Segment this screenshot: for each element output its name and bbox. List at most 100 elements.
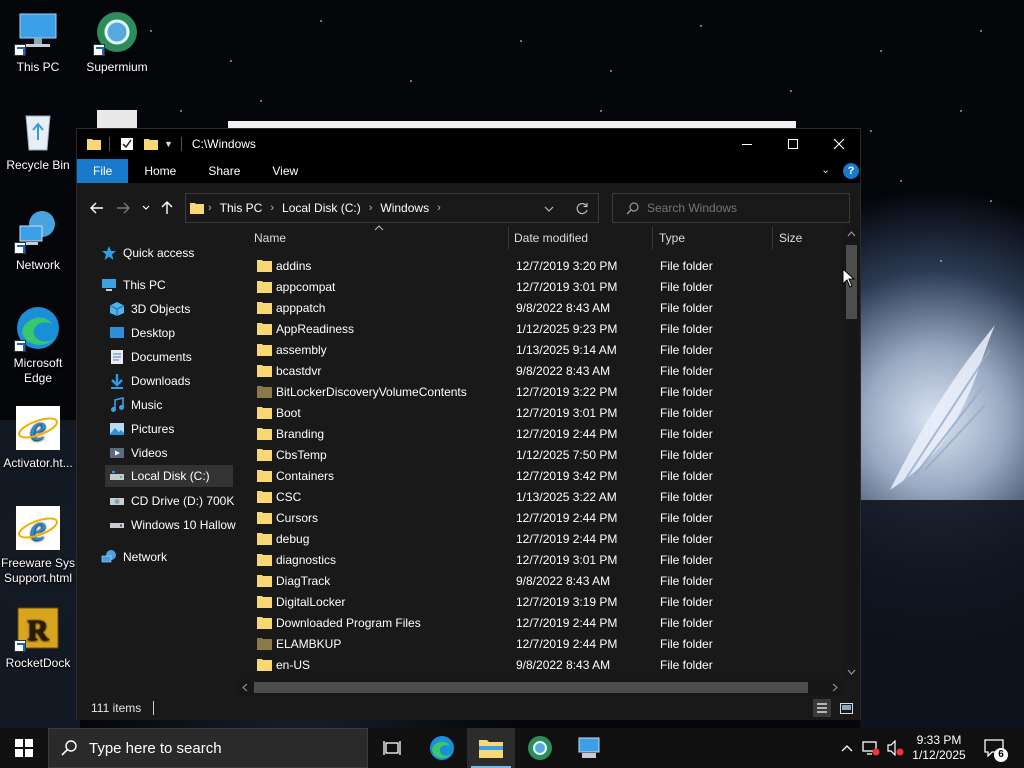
breadcrumb-local-disk[interactable]: Local Disk (C:) — [282, 201, 361, 215]
search-box[interactable] — [612, 193, 850, 223]
chevron-right-icon[interactable]: › — [437, 202, 441, 214]
desktop-icon-recycle-bin[interactable]: Recycle Bin — [0, 106, 76, 173]
tab-file[interactable]: File — [77, 159, 129, 183]
table-row[interactable]: AppReadiness 1/12/2025 9:23 PM File folder — [237, 319, 837, 340]
nav-quick-access[interactable]: Quick access — [101, 242, 194, 264]
nav-documents[interactable]: Documents — [109, 346, 192, 368]
desktop-icon-freeware[interactable]: e Freeware Sys Support.html — [0, 504, 76, 586]
network-status-button[interactable] — [860, 728, 882, 768]
file-explorer-window[interactable]: ▼ C:\Windows File Home Share View ⌄ ? › … — [76, 128, 861, 720]
nav-downloads[interactable]: Downloads — [109, 370, 190, 392]
chevron-right-icon[interactable]: › — [270, 202, 274, 214]
nav-desktop[interactable]: Desktop — [109, 322, 175, 344]
minimize-button[interactable] — [724, 129, 770, 159]
horizontal-scroll-thumb[interactable] — [254, 682, 808, 693]
back-button[interactable] — [84, 195, 110, 221]
table-row[interactable]: apppatch 9/8/2022 8:43 AM File folder — [237, 298, 837, 319]
table-row[interactable]: appcompat 12/7/2019 3:01 PM File folder — [237, 277, 837, 298]
new-folder-icon[interactable] — [144, 137, 158, 151]
details-view-button[interactable] — [813, 699, 831, 717]
desktop-icon-edge[interactable]: Microsoft Edge — [0, 304, 76, 386]
table-row[interactable]: Cursors 12/7/2019 2:44 PM File folder — [237, 508, 837, 529]
title-bar[interactable]: ▼ C:\Windows — [77, 129, 860, 159]
nav-pictures[interactable]: Pictures — [109, 418, 174, 440]
table-row[interactable]: CbsTemp 1/12/2025 7:50 PM File folder — [237, 445, 837, 466]
forward-button[interactable] — [110, 195, 136, 221]
vertical-scrollbar[interactable] — [843, 225, 860, 679]
up-button[interactable] — [156, 195, 178, 221]
desktop-icon-partial[interactable] — [79, 110, 155, 130]
table-row[interactable]: Boot 12/7/2019 3:01 PM File folder — [237, 403, 837, 424]
table-row[interactable]: bcastdvr 9/8/2022 8:43 AM File folder — [237, 361, 837, 382]
nav-videos[interactable]: Videos — [109, 442, 167, 464]
nav-local-disk-c[interactable]: Local Disk (C:) — [105, 465, 233, 487]
nav-windows-10-hallow[interactable]: Windows 10 Hallow — [109, 514, 236, 536]
taskbar-file-explorer[interactable] — [467, 728, 515, 768]
scroll-right-icon[interactable] — [832, 683, 838, 692]
column-header-size[interactable]: Size — [779, 225, 839, 251]
table-row[interactable]: DigitalLocker 12/7/2019 3:19 PM File folde… — [237, 592, 837, 613]
search-input[interactable] — [647, 201, 847, 215]
desktop-icon-this-pc[interactable]: This PC — [0, 8, 76, 75]
table-row[interactable]: Downloaded Program Files 12/7/2019 2:44 P… — [237, 613, 837, 634]
clock[interactable]: 9:33 PM 1/12/2025 — [908, 728, 970, 768]
tab-view[interactable]: View — [256, 159, 314, 183]
taskbar-supermium[interactable] — [516, 728, 564, 768]
column-divider[interactable] — [508, 227, 509, 249]
table-row[interactable]: debug 12/7/2019 2:44 PM File folder — [237, 529, 837, 550]
column-divider[interactable] — [772, 227, 773, 249]
scroll-left-icon[interactable] — [242, 683, 248, 692]
task-view-button[interactable] — [368, 728, 416, 768]
table-row[interactable]: ELAMBKUP 12/7/2019 2:44 PM File folder — [237, 634, 837, 655]
volume-button[interactable] — [884, 728, 906, 768]
close-button[interactable] — [816, 129, 862, 159]
table-row[interactable]: CSC 1/13/2025 3:22 AM File folder — [237, 487, 837, 508]
desktop-icon-activator[interactable]: e Activator.ht... — [0, 404, 76, 471]
properties-icon[interactable] — [120, 137, 134, 151]
expand-ribbon-icon[interactable]: ⌄ — [821, 163, 830, 176]
recent-locations-button[interactable] — [136, 195, 156, 221]
nav-network[interactable]: Network — [101, 546, 167, 568]
nav-cd-drive[interactable]: CD Drive (D:) 700K — [109, 490, 234, 512]
table-row[interactable]: en-US 9/8/2022 8:43 AM File folder — [237, 655, 837, 676]
column-header-type[interactable]: Type — [659, 225, 771, 251]
desktop-icon-rocketdock[interactable]: R RocketDock — [0, 604, 76, 671]
refresh-icon[interactable] — [576, 202, 589, 215]
chevron-right-icon[interactable]: › — [208, 202, 212, 214]
table-row[interactable]: Branding 12/7/2019 2:44 PM File folder — [237, 424, 837, 445]
taskbar-edge[interactable] — [418, 728, 466, 768]
address-bar[interactable]: › This PC › Local Disk (C:) › Windows › — [185, 193, 599, 223]
table-row[interactable]: diagnostics 12/7/2019 3:01 PM File folder — [237, 550, 837, 571]
customize-toolbar-icon[interactable]: ▼ — [164, 139, 173, 149]
table-row[interactable]: addins 12/7/2019 3:20 PM File folder — [237, 256, 837, 277]
table-row[interactable]: assembly 1/13/2025 9:14 AM File folder — [237, 340, 837, 361]
nav-3d-objects[interactable]: 3D Objects — [109, 298, 190, 320]
breadcrumb-this-pc[interactable]: This PC — [220, 201, 263, 215]
scroll-down-icon[interactable] — [847, 669, 856, 675]
column-divider[interactable] — [652, 227, 653, 249]
maximize-button[interactable] — [770, 129, 816, 159]
nav-music[interactable]: Music — [109, 394, 162, 416]
column-header-date[interactable]: Date modified — [514, 225, 654, 251]
navigation-pane[interactable]: Quick access This PC 3D Objects Desktop … — [77, 225, 237, 693]
desktop-icon-supermium[interactable]: Supermium — [79, 8, 155, 75]
tab-share[interactable]: Share — [192, 159, 256, 183]
action-center-button[interactable]: 6 — [976, 728, 1012, 768]
address-dropdown-icon[interactable] — [544, 206, 554, 212]
file-list[interactable]: Name Date modified Type Size addins 12/7/… — [237, 225, 860, 693]
scroll-up-icon[interactable] — [847, 231, 856, 237]
nav-this-pc[interactable]: This PC — [101, 274, 166, 296]
show-hidden-icons-button[interactable] — [836, 728, 858, 768]
taskbar-search-box[interactable]: Type here to search — [48, 728, 368, 768]
table-row[interactable]: BitLockerDiscoveryVolumeContents 12/7/201… — [237, 382, 837, 403]
chevron-right-icon[interactable]: › — [369, 202, 373, 214]
table-row[interactable]: DiagTrack 9/8/2022 8:43 AM File folder — [237, 571, 837, 592]
start-button[interactable] — [0, 728, 48, 768]
table-row[interactable]: Containers 12/7/2019 3:42 PM File folder — [237, 466, 837, 487]
desktop-icon-network[interactable]: Network — [0, 206, 76, 273]
tab-home[interactable]: Home — [128, 159, 192, 183]
horizontal-scrollbar[interactable] — [238, 679, 843, 696]
breadcrumb-windows[interactable]: Windows — [380, 201, 429, 215]
taskbar-computer-app[interactable] — [565, 728, 613, 768]
large-icons-view-button[interactable] — [837, 699, 855, 717]
